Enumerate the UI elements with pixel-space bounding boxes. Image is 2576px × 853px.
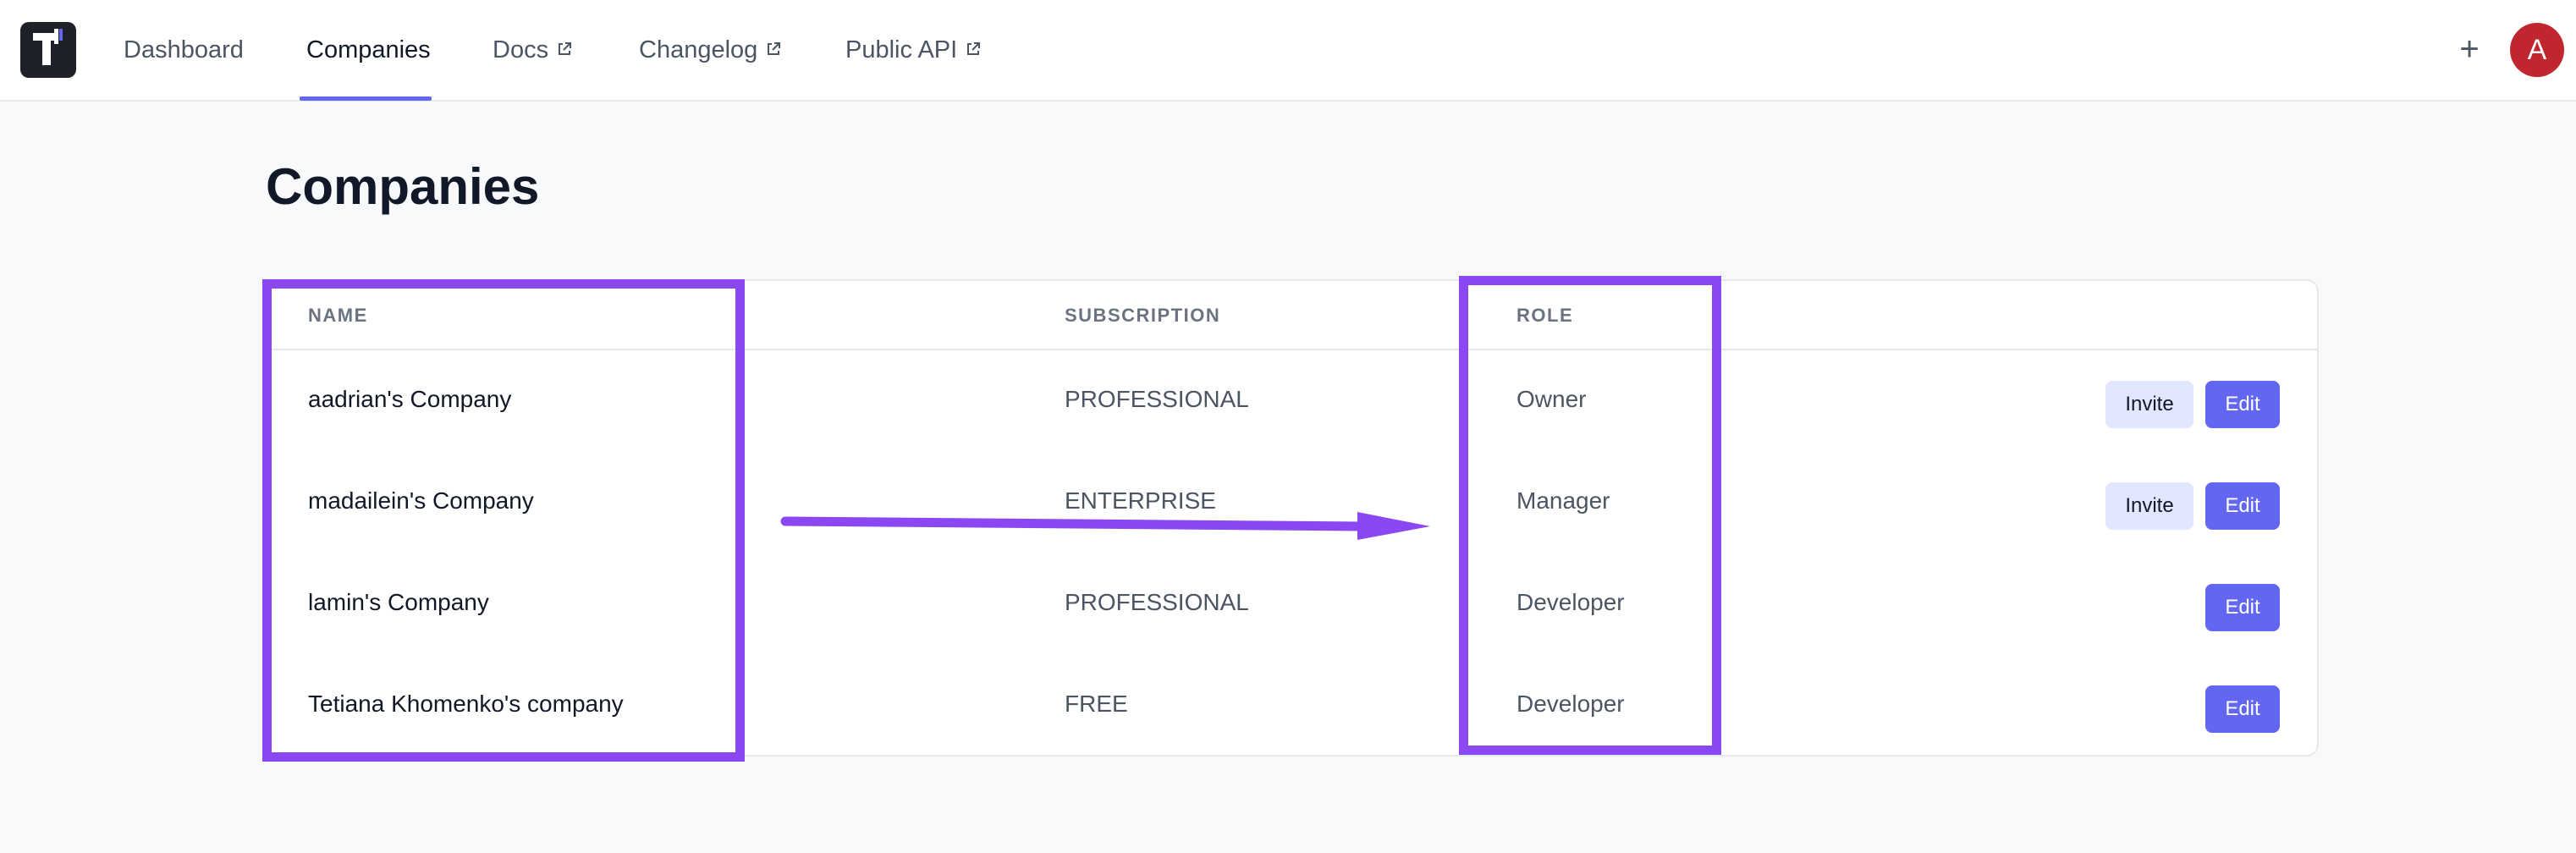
annotation-arrow	[780, 512, 1430, 540]
